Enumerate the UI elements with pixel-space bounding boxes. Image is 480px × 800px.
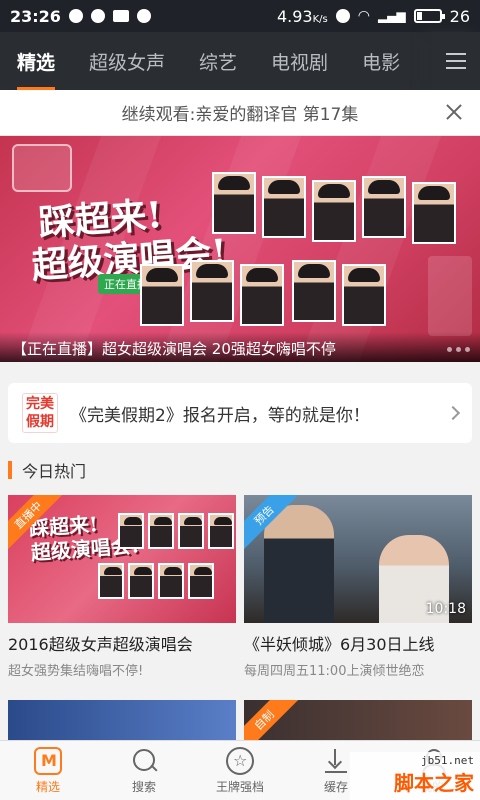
video-card[interactable]: 预告 10:18 《半妖倾城》6月30日上线 每周四周五11:00上演倾世绝恋 <box>244 495 472 679</box>
video-thumbnail: 预告 10:18 <box>244 495 472 623</box>
tab-movie[interactable]: 电影 <box>345 32 417 90</box>
singer-photo <box>140 264 184 326</box>
singer-photo <box>362 176 406 238</box>
singer-photo <box>412 182 456 244</box>
status-time: 23:26 <box>10 6 61 26</box>
promo-text: 《完美假期2》报名开启，等的就是你！ <box>70 405 370 426</box>
tab-featured[interactable]: 精选 <box>0 32 72 90</box>
singer-photo <box>312 180 356 242</box>
banner-caption: 【正在直播】超女超级演唱会 20强超女嗨唱不停 <box>0 332 480 362</box>
tab-variety[interactable]: 综艺 <box>182 32 254 90</box>
video-thumbnail <box>8 700 236 740</box>
promo-badge: 完美假期 <box>22 393 58 433</box>
home-icon <box>34 746 62 775</box>
top-tab-bar: 精选 超级女声 综艺 电视剧 电影 <box>0 32 480 90</box>
promo-card[interactable]: 完美假期 《完美假期2》报名开启，等的就是你！ <box>8 383 472 443</box>
chevron-right-icon <box>445 405 461 421</box>
nav-featured[interactable]: 精选 <box>0 741 96 800</box>
video-title: 2016超级女声超级演唱会 <box>8 635 193 654</box>
video-card[interactable]: 踩超来! 超级演唱会! 直播中 2016超级女声超级演唱会 超女强势集结嗨唱不停… <box>8 495 236 679</box>
signal-icon: ▂▄▆ <box>377 9 406 23</box>
singer-photo <box>212 172 256 234</box>
nav-search[interactable]: 搜索 <box>96 741 192 800</box>
image-notification-icon <box>112 10 129 22</box>
app-notification-icon <box>68 9 83 23</box>
carousel-dots <box>447 347 470 352</box>
original-ribbon: 自制 <box>244 700 301 740</box>
video-title: 《半妖倾城》6月30日上线 <box>244 635 435 654</box>
search-notification-icon <box>90 9 105 23</box>
video-thumbnail: 踩超来! 超级演唱会! 直播中 <box>8 495 236 623</box>
video-thumbnail: 自制 <box>244 700 472 740</box>
nav-top-shows[interactable]: 王牌强档 <box>192 741 288 800</box>
video-subtitle: 每周四周五11:00上演倾世绝恋 <box>244 664 425 679</box>
singer-photo <box>262 176 306 238</box>
video-duration: 10:18 <box>425 601 466 617</box>
status-bar: 23:26 4.93K/s ◠ ▂▄▆ 26 <box>0 0 480 32</box>
wifi-icon: ◠ <box>357 8 370 24</box>
singer-photo <box>342 264 386 326</box>
continue-watching-bar[interactable]: 继续观看:亲爱的翻译官 第17集 <box>0 90 480 136</box>
battery-icon <box>413 9 445 23</box>
download-icon <box>322 747 350 775</box>
singer-photo <box>292 260 336 322</box>
alarm-icon <box>335 9 350 23</box>
video-subtitle: 超女强势集结嗨唱不停! <box>8 664 144 679</box>
tab-tv-series[interactable]: 电视剧 <box>254 32 345 90</box>
sponsor-logos <box>428 256 472 336</box>
circle-notification-icon <box>136 9 151 23</box>
continue-watching-text: 继续观看:亲爱的翻译官 第17集 <box>121 105 359 125</box>
show-logo <box>12 144 72 192</box>
watermark: jb51.net 脚本之家 <box>394 754 474 795</box>
video-card[interactable] <box>8 700 236 740</box>
star-icon <box>226 746 254 775</box>
tab-super-girl[interactable]: 超级女声 <box>72 32 182 90</box>
network-speed: 4.93K/s <box>276 6 328 26</box>
hero-banner[interactable]: 踩超来! 超级演唱会! 正在直播 【正在直播】超女超级演唱会 20强超女嗨唱不停 <box>0 136 480 362</box>
video-card[interactable]: 自制 <box>244 700 472 740</box>
menu-icon[interactable] <box>432 32 480 90</box>
section-title: 今日热门 <box>8 460 86 481</box>
search-icon <box>130 747 158 775</box>
singer-photo <box>190 260 234 322</box>
singer-photo <box>240 264 284 326</box>
close-icon[interactable] <box>442 100 466 124</box>
battery-percent: 26 <box>449 6 470 26</box>
